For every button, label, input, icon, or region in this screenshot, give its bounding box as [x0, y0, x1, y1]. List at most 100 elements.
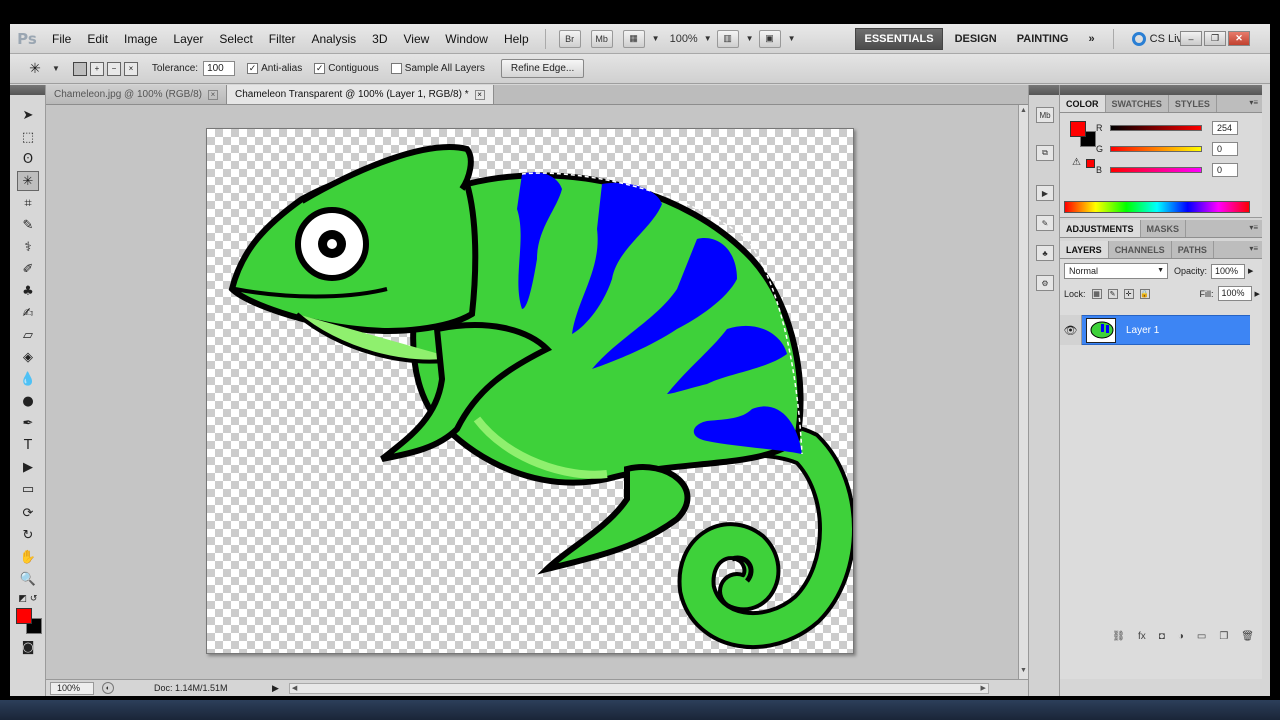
scroll-down-icon[interactable]: ▼: [1020, 667, 1027, 674]
brushes-icon[interactable]: ✎: [1036, 215, 1054, 231]
crop-tool-icon[interactable]: ⌗: [17, 193, 39, 213]
panel-header[interactable]: [1060, 85, 1262, 95]
tab-swatches[interactable]: SWATCHES: [1106, 95, 1169, 112]
zoom-level[interactable]: 100%: [670, 33, 698, 45]
checkbox-unchecked[interactable]: [390, 63, 402, 74]
quick-mask-icon[interactable]: ◙: [17, 637, 39, 657]
scroll-right-icon[interactable]: ▶: [981, 684, 986, 692]
zoom-tool-icon[interactable]: 🔍: [17, 569, 39, 589]
arrange-documents-button[interactable]: ▥: [716, 29, 739, 48]
tab-styles[interactable]: STYLES: [1169, 95, 1217, 112]
history-icon[interactable]: ⧉: [1036, 145, 1054, 161]
tab-chameleon-transparent[interactable]: Chameleon Transparent @ 100% (Layer 1, R…: [227, 85, 494, 104]
foreground-color-swatch[interactable]: [1070, 121, 1086, 137]
menu-help[interactable]: Help: [496, 24, 537, 54]
layer-style-icon[interactable]: fx: [1138, 631, 1146, 642]
checkbox-checked[interactable]: ✓: [247, 63, 259, 74]
menu-analysis[interactable]: Analysis: [303, 24, 364, 54]
scroll-left-icon[interactable]: ◀: [292, 684, 297, 692]
paint-bucket-tool-icon[interactable]: ◈: [17, 347, 39, 367]
restore-button[interactable]: ❐: [1204, 31, 1226, 46]
status-menu-arrow[interactable]: ▶: [272, 683, 279, 694]
path-selection-tool-icon[interactable]: ▶: [17, 457, 39, 477]
delete-layer-icon[interactable]: 🗑: [1241, 631, 1254, 642]
color-spectrum-ramp[interactable]: [1064, 201, 1250, 213]
blend-mode-select[interactable]: Normal: [1064, 263, 1168, 279]
3d-orbit-tool-icon[interactable]: ↻: [17, 525, 39, 545]
blue-slider[interactable]: [1110, 167, 1202, 173]
layer-row[interactable]: 👁 Layer 1: [1060, 315, 1250, 345]
sample-all-layers-checkbox[interactable]: Sample All Layers: [390, 63, 485, 74]
chevron-down-icon[interactable]: ▼: [52, 64, 60, 73]
chevron-down-icon[interactable]: ▼: [746, 34, 754, 43]
menu-image[interactable]: Image: [116, 24, 165, 54]
eraser-tool-icon[interactable]: ▱: [17, 325, 39, 345]
lock-position-icon[interactable]: ✛: [1123, 288, 1134, 299]
add-to-selection-icon[interactable]: +: [89, 61, 104, 76]
move-tool-icon[interactable]: ➤: [17, 105, 39, 125]
panel-menu-icon[interactable]: ▾≡: [1249, 244, 1258, 253]
gamut-color-swatch[interactable]: [1086, 159, 1095, 168]
menu-file[interactable]: File: [44, 24, 79, 54]
menu-select[interactable]: Select: [211, 24, 260, 54]
dodge-tool-icon[interactable]: ●: [17, 391, 39, 411]
chevron-right-icon[interactable]: ▶: [1248, 267, 1253, 275]
mini-bridge-button[interactable]: Mb: [590, 29, 613, 48]
3d-rotate-tool-icon[interactable]: ⟳: [17, 503, 39, 523]
red-value-input[interactable]: 254: [1212, 121, 1238, 135]
document-canvas[interactable]: [206, 128, 854, 654]
layer-thumbnail[interactable]: [1086, 317, 1116, 343]
hand-tool-icon[interactable]: ✋: [17, 547, 39, 567]
actions-icon[interactable]: ▶: [1036, 185, 1054, 201]
lasso-tool-icon[interactable]: ʘ: [17, 149, 39, 169]
mini-bridge-icon[interactable]: Mb: [1036, 107, 1054, 123]
horizontal-scrollbar[interactable]: ◀ ▶: [288, 682, 989, 694]
workspace-design[interactable]: DESIGN: [947, 28, 1005, 50]
menu-view[interactable]: View: [395, 24, 437, 54]
history-brush-tool-icon[interactable]: ✍: [17, 303, 39, 323]
blur-tool-icon[interactable]: 💧: [17, 369, 39, 389]
lock-pixels-icon[interactable]: ✎: [1107, 288, 1118, 299]
gamut-warning-icon[interactable]: ⚠: [1072, 157, 1081, 168]
workspace-more[interactable]: »: [1081, 28, 1103, 50]
tolerance-input[interactable]: 100: [203, 61, 236, 76]
tab-chameleon-jpg[interactable]: Chameleon.jpg @ 100% (RGB/8) ×: [46, 85, 227, 104]
layer-mask-icon[interactable]: ◘: [1159, 631, 1165, 642]
magic-wand-tool-icon[interactable]: ✳: [17, 171, 39, 191]
vertical-scrollbar[interactable]: ▲ ▼: [1018, 105, 1028, 679]
red-slider[interactable]: [1110, 125, 1202, 131]
view-extras-button[interactable]: ▦: [622, 29, 645, 48]
menu-layer[interactable]: Layer: [165, 24, 211, 54]
chevron-right-icon[interactable]: ▶: [1255, 290, 1260, 298]
pen-tool-icon[interactable]: ✒: [17, 413, 39, 433]
workspace-painting[interactable]: PAINTING: [1009, 28, 1077, 50]
anti-alias-checkbox[interactable]: ✓ Anti-alias: [247, 63, 302, 74]
menu-3d[interactable]: 3D: [364, 24, 395, 54]
close-button[interactable]: ✕: [1228, 31, 1250, 46]
opacity-input[interactable]: 100%: [1211, 263, 1246, 279]
new-selection-icon[interactable]: [72, 61, 87, 76]
subtract-from-selection-icon[interactable]: −: [106, 61, 121, 76]
canvas-area[interactable]: [46, 105, 1018, 679]
link-layers-icon[interactable]: ⛓: [1112, 631, 1125, 642]
panel-menu-icon[interactable]: ▾≡: [1249, 223, 1258, 232]
checkbox-checked[interactable]: ✓: [314, 63, 326, 74]
new-group-icon[interactable]: ▭: [1197, 631, 1206, 642]
new-layer-icon[interactable]: ❐: [1219, 631, 1228, 642]
green-value-input[interactable]: 0: [1212, 142, 1238, 156]
swap-colors-icon[interactable]: ◩ ↺: [17, 589, 39, 609]
bridge-button[interactable]: Br: [558, 29, 581, 48]
refine-edge-button[interactable]: Refine Edge...: [500, 59, 585, 78]
rectangle-tool-icon[interactable]: ▭: [17, 479, 39, 499]
clone-stamp-tool-icon[interactable]: ♣: [17, 281, 39, 301]
intersect-selection-icon[interactable]: ×: [123, 61, 138, 76]
tab-adjustments[interactable]: ADJUSTMENTS: [1060, 220, 1141, 237]
status-zoom-input[interactable]: 100%: [50, 681, 94, 695]
tab-paths[interactable]: PATHS: [1172, 241, 1214, 258]
tool-presets-icon[interactable]: ⚙: [1036, 275, 1054, 291]
tab-layers[interactable]: LAYERS: [1060, 241, 1109, 258]
foreground-color-swatch[interactable]: [16, 608, 32, 624]
eye-icon[interactable]: 👁: [1060, 315, 1082, 345]
lock-all-icon[interactable]: 🔒: [1139, 288, 1150, 299]
workspace-essentials[interactable]: ESSENTIALS: [855, 27, 943, 50]
